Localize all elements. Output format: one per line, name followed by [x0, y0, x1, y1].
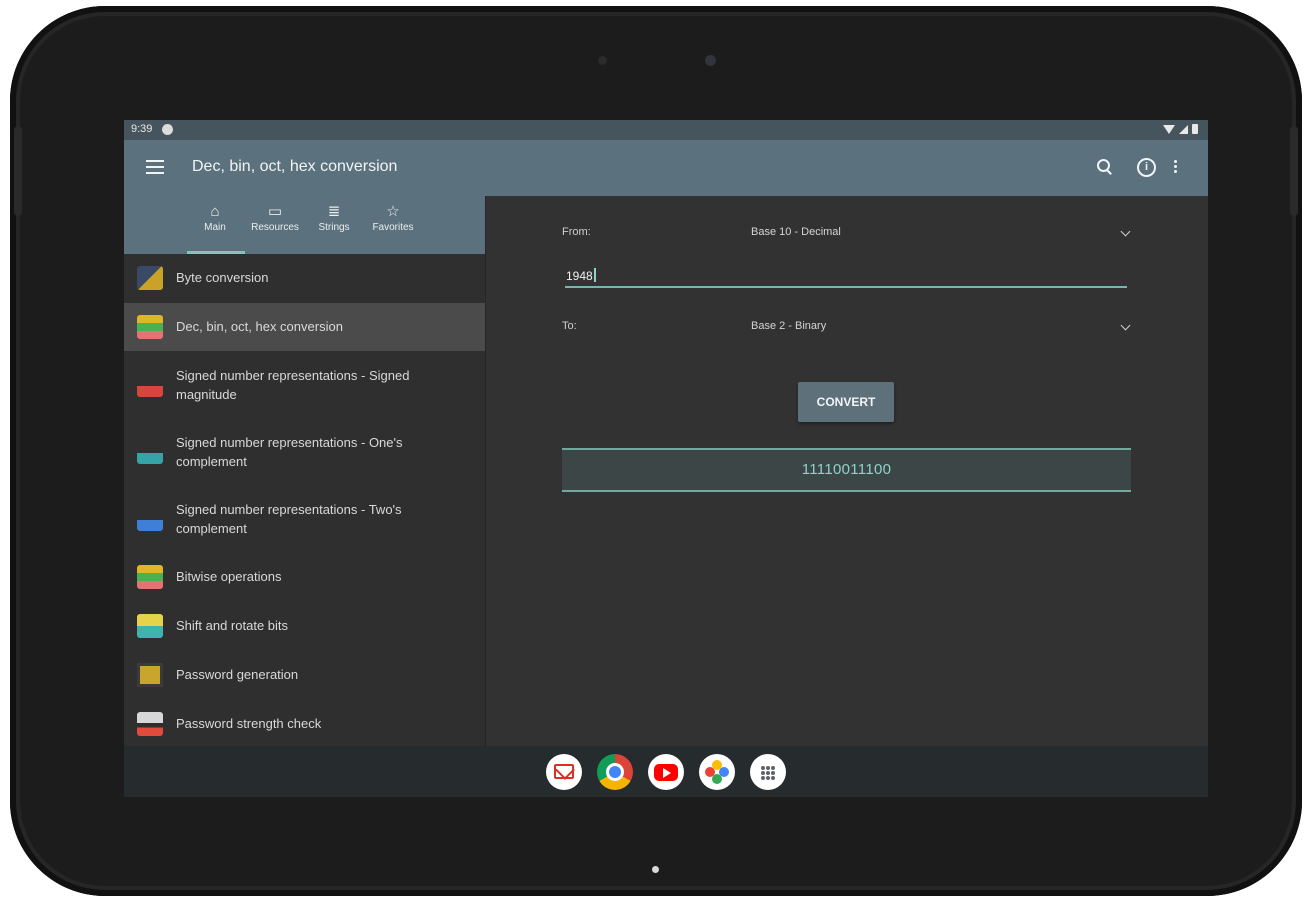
- conversion-result: 11110011100: [562, 448, 1131, 492]
- category-tabs: ⌂ Main ▭ Resources ≣ Strings ☆ Favorites: [124, 196, 485, 254]
- tab-label: Favorites: [372, 222, 414, 233]
- nav-item-label: Signed number representations - One's co…: [176, 435, 403, 469]
- home-button[interactable]: [652, 866, 659, 873]
- nav-item-label: Dec, bin, oct, hex conversion: [176, 319, 343, 334]
- password-generation-icon: [137, 663, 163, 687]
- photos-icon[interactable]: [699, 754, 735, 790]
- from-label: From:: [562, 226, 591, 238]
- chevron-down-icon: [1120, 226, 1131, 237]
- status-bar: 9:39: [124, 120, 1208, 140]
- nav-item-label: Password generation: [176, 667, 299, 682]
- hamburger-menu-icon[interactable]: [146, 160, 164, 174]
- chevron-down-icon: [1120, 320, 1131, 331]
- youtube-icon[interactable]: [648, 754, 684, 790]
- tab-label: Main: [204, 222, 226, 233]
- signed-magnitude-icon: [137, 373, 163, 397]
- number-input[interactable]: 1948: [565, 262, 1127, 288]
- search-icon[interactable]: [1094, 156, 1116, 178]
- wifi-icon: [1163, 124, 1175, 134]
- system-icons: [1163, 124, 1198, 134]
- text-caret: [593, 268, 596, 282]
- book-icon: ▭: [267, 203, 283, 220]
- tab-resources[interactable]: ▭ Resources: [245, 202, 305, 233]
- app-drawer-icon[interactable]: [750, 754, 786, 790]
- app-dock: [546, 754, 786, 790]
- nav-item-label: Shift and rotate bits: [176, 618, 289, 633]
- password-strength-icon: [137, 712, 163, 736]
- converter-panel: From: Base 10 - Decimal 1948 To: Base 2 …: [486, 196, 1208, 746]
- byte-conversion-icon: [137, 266, 163, 290]
- tab-strings[interactable]: ≣ Strings: [304, 202, 364, 233]
- number-input-value: 1948: [566, 268, 596, 283]
- to-base-value: Base 2 - Binary: [751, 320, 827, 332]
- to-base-dropdown[interactable]: Base 2 - Binary: [746, 314, 1138, 338]
- nav-item-bitwise-operations[interactable]: Bitwise operations: [124, 553, 485, 601]
- ones-complement-icon: [137, 440, 163, 464]
- bitwise-icon: [137, 565, 163, 589]
- tablet-side-edge: [1290, 126, 1298, 216]
- nav-item-password-generation[interactable]: Password generation: [124, 651, 485, 699]
- app-bar: Dec, bin, oct, hex conversion i: [124, 140, 1208, 196]
- device-screen: 9:39 Dec, bin, oct, hex conversion i ⌂ M…: [124, 120, 1208, 797]
- navigation-pane: ⌂ Main ▭ Resources ≣ Strings ☆ Favorites: [124, 196, 485, 746]
- shift-rotate-icon: [137, 614, 163, 638]
- from-base-dropdown[interactable]: Base 10 - Decimal: [746, 220, 1138, 244]
- twos-complement-icon: [137, 507, 163, 531]
- gmail-icon[interactable]: [546, 754, 582, 790]
- convert-button[interactable]: CONVERT: [798, 382, 894, 422]
- sensor-dot: [598, 56, 607, 65]
- nav-item-dec-bin-oct-hex[interactable]: Dec, bin, oct, hex conversion: [124, 303, 485, 351]
- strings-icon: ≣: [327, 203, 341, 220]
- nav-item-label: Signed number representations - Signed m…: [176, 368, 410, 402]
- page-title: Dec, bin, oct, hex conversion: [192, 158, 398, 175]
- nav-item-ones-complement[interactable]: Signed number representations - One's co…: [124, 419, 485, 485]
- nav-item-shift-rotate[interactable]: Shift and rotate bits: [124, 602, 485, 650]
- nav-item-signed-magnitude[interactable]: Signed number representations - Signed m…: [124, 352, 485, 418]
- status-time: 9:39: [131, 123, 153, 135]
- chrome-icon[interactable]: [597, 754, 633, 790]
- nav-item-label: Byte conversion: [176, 270, 269, 285]
- nav-item-label: Bitwise operations: [176, 569, 282, 584]
- notification-icon: [162, 124, 173, 135]
- tab-main[interactable]: ⌂ Main: [185, 202, 245, 233]
- from-base-value: Base 10 - Decimal: [751, 226, 841, 238]
- taskbar: [124, 746, 1208, 797]
- home-icon: ⌂: [210, 203, 220, 220]
- number-conversion-icon: [137, 315, 163, 339]
- nav-item-password-strength[interactable]: Password strength check: [124, 700, 485, 746]
- cellular-signal-icon: [1179, 124, 1188, 134]
- tablet-frame: 9:39 Dec, bin, oct, hex conversion i ⌂ M…: [10, 6, 1302, 896]
- tab-label: Strings: [318, 222, 350, 233]
- input-underline: [565, 286, 1127, 288]
- front-camera: [705, 55, 716, 66]
- nav-item-label: Signed number representations - Two's co…: [176, 502, 402, 536]
- nav-item-label: Password strength check: [176, 716, 322, 731]
- battery-icon: [1192, 124, 1198, 134]
- nav-item-twos-complement[interactable]: Signed number representations - Two's co…: [124, 486, 485, 552]
- to-label: To:: [562, 320, 577, 332]
- star-icon: ☆: [386, 203, 400, 220]
- tablet-side-edge: [14, 126, 22, 216]
- nav-item-byte-conversion[interactable]: Byte conversion: [124, 254, 485, 302]
- tab-label: Resources: [251, 222, 299, 233]
- overflow-menu-icon[interactable]: [1170, 158, 1180, 180]
- tab-favorites[interactable]: ☆ Favorites: [363, 202, 423, 233]
- info-icon[interactable]: i: [1137, 158, 1156, 177]
